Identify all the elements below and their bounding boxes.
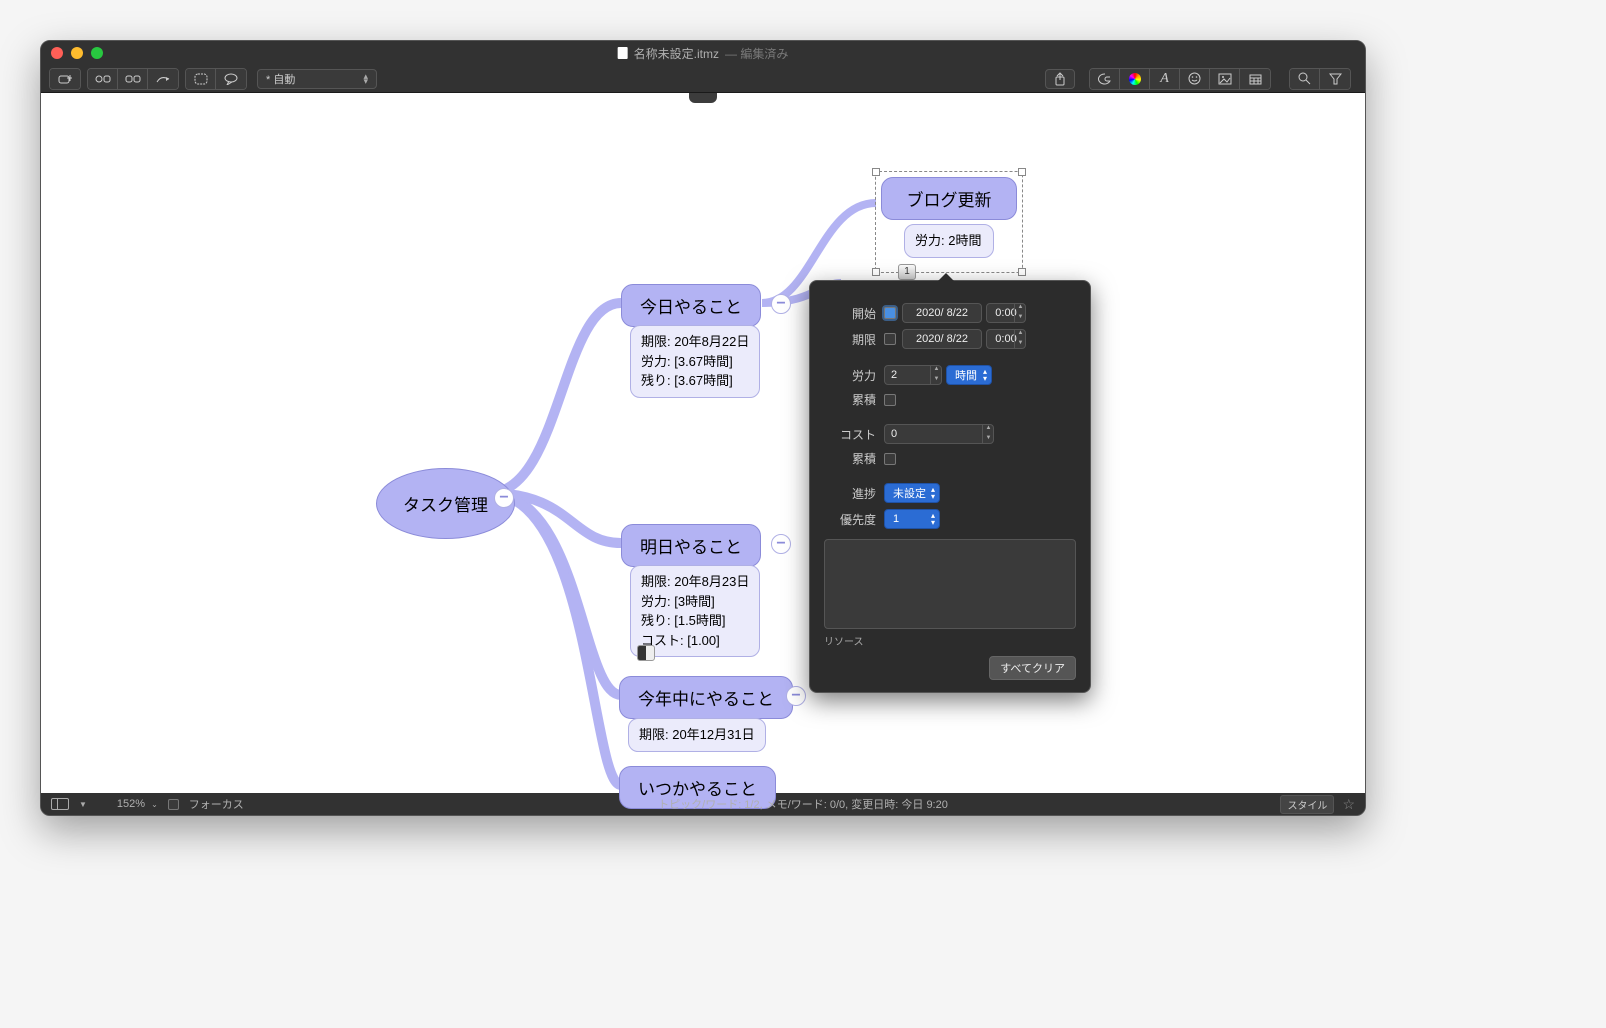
- resource-label: リソース: [824, 633, 1076, 648]
- year-meta[interactable]: 期限: 20年12月31日: [628, 718, 766, 752]
- toolbar: * 自動 ▴▾ A: [41, 65, 1365, 93]
- emoji-icon[interactable]: [1180, 69, 1210, 89]
- chevron-down-icon[interactable]: ⌄: [151, 800, 158, 809]
- new-topic-icon[interactable]: [50, 69, 80, 89]
- focus-checkbox[interactable]: [168, 799, 179, 810]
- today-title: 今日やること: [640, 298, 742, 317]
- image-icon[interactable]: [1210, 69, 1240, 89]
- title-status: 編集済み: [740, 47, 788, 61]
- titlebar: 名称未設定.itmz — 編集済み: [41, 41, 1365, 65]
- year-deadline: 期限: 20年12月31日: [639, 727, 755, 742]
- priority-badge: 1: [898, 264, 916, 280]
- calendar-icon[interactable]: [1240, 69, 1270, 89]
- tomorrow-cost: コスト: [1.00]: [641, 631, 749, 651]
- focus-label: フォーカス: [189, 796, 244, 812]
- layout-dropdown-label: * 自動: [266, 71, 295, 87]
- link-icon[interactable]: [148, 69, 178, 89]
- color-circle-icon[interactable]: [1120, 69, 1150, 89]
- progress-badge: [637, 645, 655, 661]
- deadline-time-field[interactable]: 0:00▲▼: [986, 329, 1026, 349]
- callout-icon[interactable]: [216, 69, 246, 89]
- today-effort: 労力: [3.67時間]: [641, 352, 749, 372]
- title-filename: 名称未設定.itmz: [634, 45, 719, 62]
- zoom-value[interactable]: 152%: [117, 798, 145, 810]
- traffic-lights: [51, 47, 103, 59]
- minimize-button[interactable]: [71, 47, 83, 59]
- priority-select[interactable]: 1▴▾: [884, 509, 940, 529]
- deadline-label: 期限: [824, 331, 884, 348]
- start-date-field[interactable]: 2020/ 8/22: [902, 303, 982, 323]
- sibling-topic-icon[interactable]: [118, 69, 148, 89]
- close-button[interactable]: [51, 47, 63, 59]
- boundary-icon[interactable]: [186, 69, 216, 89]
- fold-today[interactable]: −: [771, 294, 791, 314]
- stepper-icon[interactable]: ▲▼: [1014, 329, 1026, 349]
- tomorrow-node[interactable]: 明日やること: [621, 524, 761, 567]
- fold-root[interactable]: −: [494, 488, 514, 508]
- star-icon[interactable]: ☆: [1342, 796, 1355, 813]
- blog-meta[interactable]: 労力: 2時間: [904, 224, 994, 258]
- progress-select[interactable]: 未設定▴▾: [884, 483, 940, 503]
- cumulative-label-1: 累積: [824, 391, 884, 408]
- palette-icon[interactable]: [1090, 69, 1120, 89]
- effort-label: 労力: [824, 367, 884, 384]
- clear-all-button[interactable]: すべてクリア: [989, 656, 1076, 680]
- start-checkbox[interactable]: [884, 307, 896, 319]
- effort-unit-select[interactable]: 時間▴▾: [946, 365, 992, 385]
- cost-value-field[interactable]: 0▲▼: [884, 424, 994, 444]
- deadline-date-field[interactable]: 2020/ 8/22: [902, 329, 982, 349]
- priority-label: 優先度: [824, 511, 884, 528]
- share-icon[interactable]: [1045, 69, 1075, 89]
- resource-textarea[interactable]: [824, 539, 1076, 629]
- cumulative-label-2: 累積: [824, 450, 884, 467]
- root-label: タスク管理: [403, 496, 488, 515]
- font-icon[interactable]: A: [1150, 69, 1180, 89]
- sidebar-toggle-icon[interactable]: [51, 798, 69, 810]
- app-window: 名称未設定.itmz — 編集済み * 自動 ▴▾ A: [40, 40, 1366, 816]
- tomorrow-meta[interactable]: 期限: 20年8月23日 労力: [3時間] 残り: [1.5時間] コスト: …: [630, 565, 760, 657]
- blog-title: ブログ更新: [907, 191, 992, 210]
- status-info: トピック/ワード: 1/2, メモ/ワード: 0/0, 変更日時: 今日 9:2…: [658, 796, 948, 812]
- cost-label: コスト: [824, 426, 884, 443]
- child-topic-icon[interactable]: [88, 69, 118, 89]
- chevron-down-icon[interactable]: ▼: [79, 800, 87, 809]
- filter-icon[interactable]: [1320, 69, 1350, 89]
- fold-tomorrow[interactable]: −: [771, 534, 791, 554]
- stepper-icon[interactable]: ▲▼: [982, 424, 994, 444]
- today-deadline: 期限: 20年8月22日: [641, 332, 749, 352]
- cost-cumulative-checkbox[interactable]: [884, 453, 896, 465]
- start-time-field[interactable]: 0:00▲▼: [986, 303, 1026, 323]
- today-node[interactable]: 今日やること: [621, 284, 761, 327]
- year-title: 今年中にやること: [638, 690, 774, 709]
- statusbar: ▼ 152% ⌄ フォーカス トピック/ワード: 1/2, メモ/ワード: 0/…: [41, 793, 1365, 815]
- tomorrow-remaining: 残り: [1.5時間]: [641, 611, 749, 631]
- deadline-checkbox[interactable]: [884, 333, 896, 345]
- year-node[interactable]: 今年中にやること: [619, 676, 793, 719]
- search-icon[interactable]: [1290, 69, 1320, 89]
- task-popover: 開始 2020/ 8/22 0:00▲▼ 期限 2020/ 8/22 0:00▲…: [809, 280, 1091, 693]
- blog-node[interactable]: ブログ更新: [881, 177, 1017, 220]
- progress-label: 進捗: [824, 485, 884, 502]
- stepper-icon[interactable]: ▲▼: [930, 365, 942, 385]
- stepper-icon[interactable]: ▲▼: [1014, 303, 1026, 323]
- today-remaining: 残り: [3.67時間]: [641, 371, 749, 391]
- fold-year[interactable]: −: [786, 686, 806, 706]
- effort-value-field[interactable]: 2▲▼: [884, 365, 942, 385]
- start-label: 開始: [824, 305, 884, 322]
- chevron-updown-icon: ▴▾: [363, 74, 368, 84]
- layout-dropdown[interactable]: * 自動 ▴▾: [257, 69, 377, 89]
- blog-effort: 労力: 2時間: [915, 233, 981, 248]
- effort-cumulative-checkbox[interactable]: [884, 394, 896, 406]
- tomorrow-deadline: 期限: 20年8月23日: [641, 572, 749, 592]
- today-meta[interactable]: 期限: 20年8月22日 労力: [3.67時間] 残り: [3.67時間]: [630, 325, 760, 398]
- window-title: 名称未設定.itmz — 編集済み: [618, 45, 789, 62]
- selection-marquee: ブログ更新 労力: 2時間 1: [875, 171, 1023, 273]
- root-node[interactable]: タスク管理: [376, 468, 515, 539]
- mindmap-canvas[interactable]: タスク管理 − 今日やること 期限: 20年8月22日 労力: [3.67時間]…: [41, 93, 1365, 793]
- tomorrow-effort: 労力: [3時間]: [641, 592, 749, 612]
- style-button[interactable]: スタイル: [1280, 795, 1334, 814]
- zoom-button[interactable]: [91, 47, 103, 59]
- document-icon: [618, 47, 628, 59]
- tomorrow-title: 明日やること: [640, 538, 742, 557]
